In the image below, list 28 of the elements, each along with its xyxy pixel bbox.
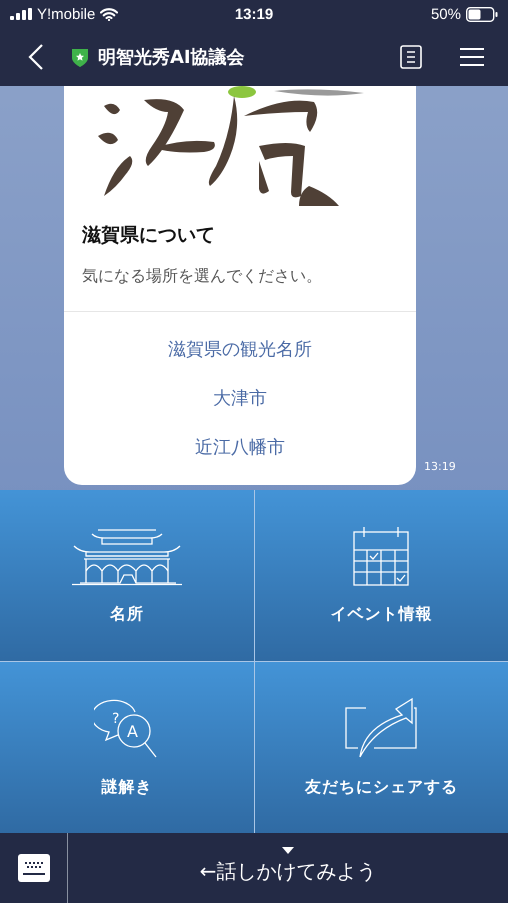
card-text: 気になる場所を選んでください。 [82, 266, 323, 287]
menu-tile[interactable]: 名所 [0, 490, 254, 661]
shield-star-icon [70, 46, 90, 68]
action-link[interactable]: 近江八幡市 [195, 436, 285, 459]
battery-percent: 50% [430, 6, 461, 22]
wifi-icon [100, 8, 118, 20]
menu-tile[interactable]: ? A 謎解き [0, 662, 254, 833]
message-time: 13:19 [424, 460, 456, 475]
question-mark: ? [112, 711, 120, 727]
card-title: 滋賀県について [82, 223, 216, 248]
chat-title: 明智光秀AI協議会 [98, 46, 246, 69]
keyboard-icon [18, 854, 50, 882]
caret-icon [282, 847, 294, 854]
share-icon [344, 697, 418, 759]
clock-time: 13:19 [234, 6, 274, 22]
action-link[interactable]: 滋賀県の観光名所 [168, 338, 312, 361]
carrier-name: Y!mobile [37, 6, 96, 22]
menu-toggle[interactable]: ←話しかけてみよう [200, 858, 376, 885]
menu-tile[interactable]: イベント情報 [254, 490, 508, 661]
calendar-icon [353, 526, 410, 586]
battery-icon [466, 6, 498, 22]
back-icon[interactable] [28, 43, 44, 71]
menu-tile[interactable]: 友だちにシェアする [254, 662, 508, 833]
action-link[interactable]: 大津市 [213, 387, 267, 410]
menu-icon[interactable] [460, 47, 484, 67]
notes-icon[interactable] [400, 45, 422, 69]
signal-icon [10, 8, 32, 20]
answer-letter: A [126, 722, 138, 741]
